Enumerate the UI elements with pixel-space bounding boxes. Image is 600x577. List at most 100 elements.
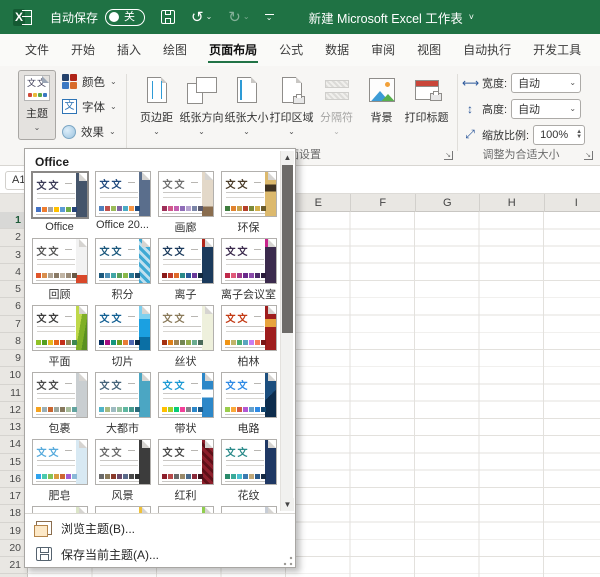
theme-item-大都市[interactable]: 文文 大都市 <box>91 372 154 436</box>
theme-item-离子会议室[interactable]: 文文 离子会议室 <box>217 238 280 302</box>
theme-item-肥皂[interactable]: 文文 肥皂 <box>28 439 91 503</box>
scale-select-2[interactable]: 自动 ⌄ <box>511 98 582 119</box>
theme-item-画廊[interactable]: 文文 画廊 <box>154 171 217 235</box>
theme-item-包裹[interactable]: 文文 包裹 <box>28 372 91 436</box>
theme-label: 回顾 <box>48 289 71 301</box>
tab-绘图[interactable]: 绘图 <box>152 34 198 66</box>
theme-sample-text: 文文 <box>162 381 187 392</box>
spin-down-icon[interactable]: ▼ <box>576 134 582 140</box>
swatch <box>248 206 254 211</box>
column-header-F[interactable]: F <box>351 194 416 212</box>
swatch <box>173 407 179 412</box>
folded-corner-icon <box>204 507 213 513</box>
tab-文件[interactable]: 文件 <box>14 34 60 66</box>
ribbon-button-打印标题[interactable]: 打印标题 <box>404 70 449 135</box>
excel-app-icon[interactable]: X <box>13 8 32 27</box>
theme-sample-text: 文文 <box>99 247 124 258</box>
swatch <box>71 273 77 278</box>
column-header-H[interactable]: H <box>480 194 545 212</box>
redo-dropdown-icon: ⌄ <box>242 12 250 21</box>
themes-button[interactable]: 文文 主题 ⌄ <box>18 70 56 140</box>
tab-开发工具[interactable]: 开发工具 <box>522 34 592 66</box>
theme-item-环保[interactable]: 文文 环保 <box>217 171 280 235</box>
theme-item-Office[interactable]: 文文 Office <box>28 171 91 235</box>
undo-dropdown-icon[interactable]: ⌄ <box>206 13 213 21</box>
chevron-down-icon: ⌄ <box>333 127 340 136</box>
theme-item-花纹[interactable]: 文文 花纹 <box>217 439 280 503</box>
tab-插入[interactable]: 插入 <box>106 34 152 66</box>
theme-item-partial-1[interactable]: 文文 <box>28 506 91 513</box>
column-header-G[interactable]: G <box>416 194 480 212</box>
theme-label: 画廊 <box>174 222 197 234</box>
theme-item-积分[interactable]: 文文 积分 <box>91 238 154 302</box>
tab-自动执行[interactable]: 自动执行 <box>452 34 522 66</box>
scroll-down-icon[interactable]: ▼ <box>281 498 294 511</box>
resize-grip[interactable] <box>283 556 293 566</box>
swatch <box>230 474 236 479</box>
theme-item-丝状[interactable]: 文文 丝状 <box>154 305 217 369</box>
theme-swatches <box>98 474 140 479</box>
scale-percent-input[interactable]: 100% ▲ ▼ <box>533 124 586 145</box>
spinner-icon[interactable]: ▲ ▼ <box>576 129 582 140</box>
menu-item-save-current-theme[interactable]: 保存当前主题(A)... <box>25 541 295 567</box>
gallery-scrollbar[interactable]: ▲ ▼ <box>280 151 294 511</box>
tab-开始[interactable]: 开始 <box>60 34 106 66</box>
undo-button[interactable]: ↺ ⌄ <box>191 10 212 25</box>
theme-item-带状[interactable]: 文文 带状 <box>154 372 217 436</box>
scale-dialog-launcher[interactable] <box>584 151 593 160</box>
quick-access-customize-button[interactable]: ⌄ <box>264 14 275 22</box>
column-header-I[interactable]: I <box>545 194 600 212</box>
theme-item-回顾[interactable]: 文文 回顾 <box>28 238 91 302</box>
save-button[interactable] <box>161 10 176 24</box>
theme-item-Office 20...[interactable]: 文文 Office 20... <box>91 171 154 235</box>
ribbon-button-纸张方向[interactable]: 纸张方向 ⌄ <box>179 70 224 136</box>
swatch <box>260 407 266 412</box>
theme-label: 离子 <box>174 289 197 301</box>
theme-thumbnail: 文文 <box>157 171 214 217</box>
theme-sample-text: 文文 <box>225 180 250 191</box>
ribbon-button-打印区域[interactable]: 打印区域 ⌄ <box>269 70 314 136</box>
tab-页面布局[interactable]: 页面布局 <box>198 34 268 66</box>
swatch <box>104 340 110 345</box>
ribbon-button-纸张大小[interactable]: 纸张大小 ⌄ <box>224 70 269 136</box>
folded-corner-icon <box>204 373 213 381</box>
page-setup-dialog-launcher[interactable] <box>444 151 453 160</box>
document-title[interactable]: 新建 Microsoft Excel 工作表 ˅ <box>309 8 474 27</box>
tab-公式[interactable]: 公式 <box>268 34 314 66</box>
swatch <box>224 206 230 211</box>
autosave-control[interactable]: 自动保存 关 <box>50 8 146 26</box>
menu-item-browse-themes[interactable]: 浏览主题(B)... <box>25 515 295 541</box>
swatch <box>191 340 197 345</box>
scroll-up-icon[interactable]: ▲ <box>281 151 294 164</box>
theme-item-切片[interactable]: 文文 切片 <box>91 305 154 369</box>
ribbon-button-页边距[interactable]: 页边距 ⌄ <box>134 70 179 136</box>
tab-数据[interactable]: 数据 <box>314 34 360 66</box>
theme-item-柏林[interactable]: 文文 柏林 <box>217 305 280 369</box>
scrollbar-thumb[interactable] <box>282 165 293 333</box>
swatch <box>98 273 104 278</box>
theme-item-partial-2[interactable]: 文文 <box>91 506 154 513</box>
swatch <box>104 407 110 412</box>
autosave-toggle[interactable]: 关 <box>105 8 146 26</box>
folded-corner-icon <box>267 373 276 381</box>
column-header-E[interactable]: E <box>287 194 351 212</box>
theme-item-风景[interactable]: 文文 风景 <box>91 439 154 503</box>
theme-item-电路[interactable]: 文文 电路 <box>217 372 280 436</box>
tab-帮助[interactable]: 帮助 <box>592 34 600 66</box>
swatch <box>98 206 104 211</box>
chevron-down-icon: ⌄ <box>33 123 41 132</box>
ribbon-button-label: 纸张方向 <box>179 112 224 124</box>
ribbon-button-背景[interactable]: 背景 <box>359 70 404 135</box>
theme-item-离子[interactable]: 文文 离子 <box>154 238 217 302</box>
stacked-button-效果[interactable]: 效果 ⌄ <box>62 122 117 141</box>
stacked-button-颜色[interactable]: 颜色 ⌄ <box>62 72 117 91</box>
scale-select-1[interactable]: 自动 ⌄ <box>511 72 582 93</box>
stacked-button-字体[interactable]: 文字体 ⌄ <box>62 97 117 116</box>
theme-item-partial-3[interactable]: 文文 <box>154 506 217 513</box>
theme-item-红利[interactable]: 文文 红利 <box>154 439 217 503</box>
tab-审阅[interactable]: 审阅 <box>360 34 406 66</box>
theme-item-平面[interactable]: 文文 平面 <box>28 305 91 369</box>
swatch <box>41 407 47 412</box>
theme-item-partial-4[interactable]: 文文 <box>217 506 280 513</box>
tab-视图[interactable]: 视图 <box>406 34 452 66</box>
